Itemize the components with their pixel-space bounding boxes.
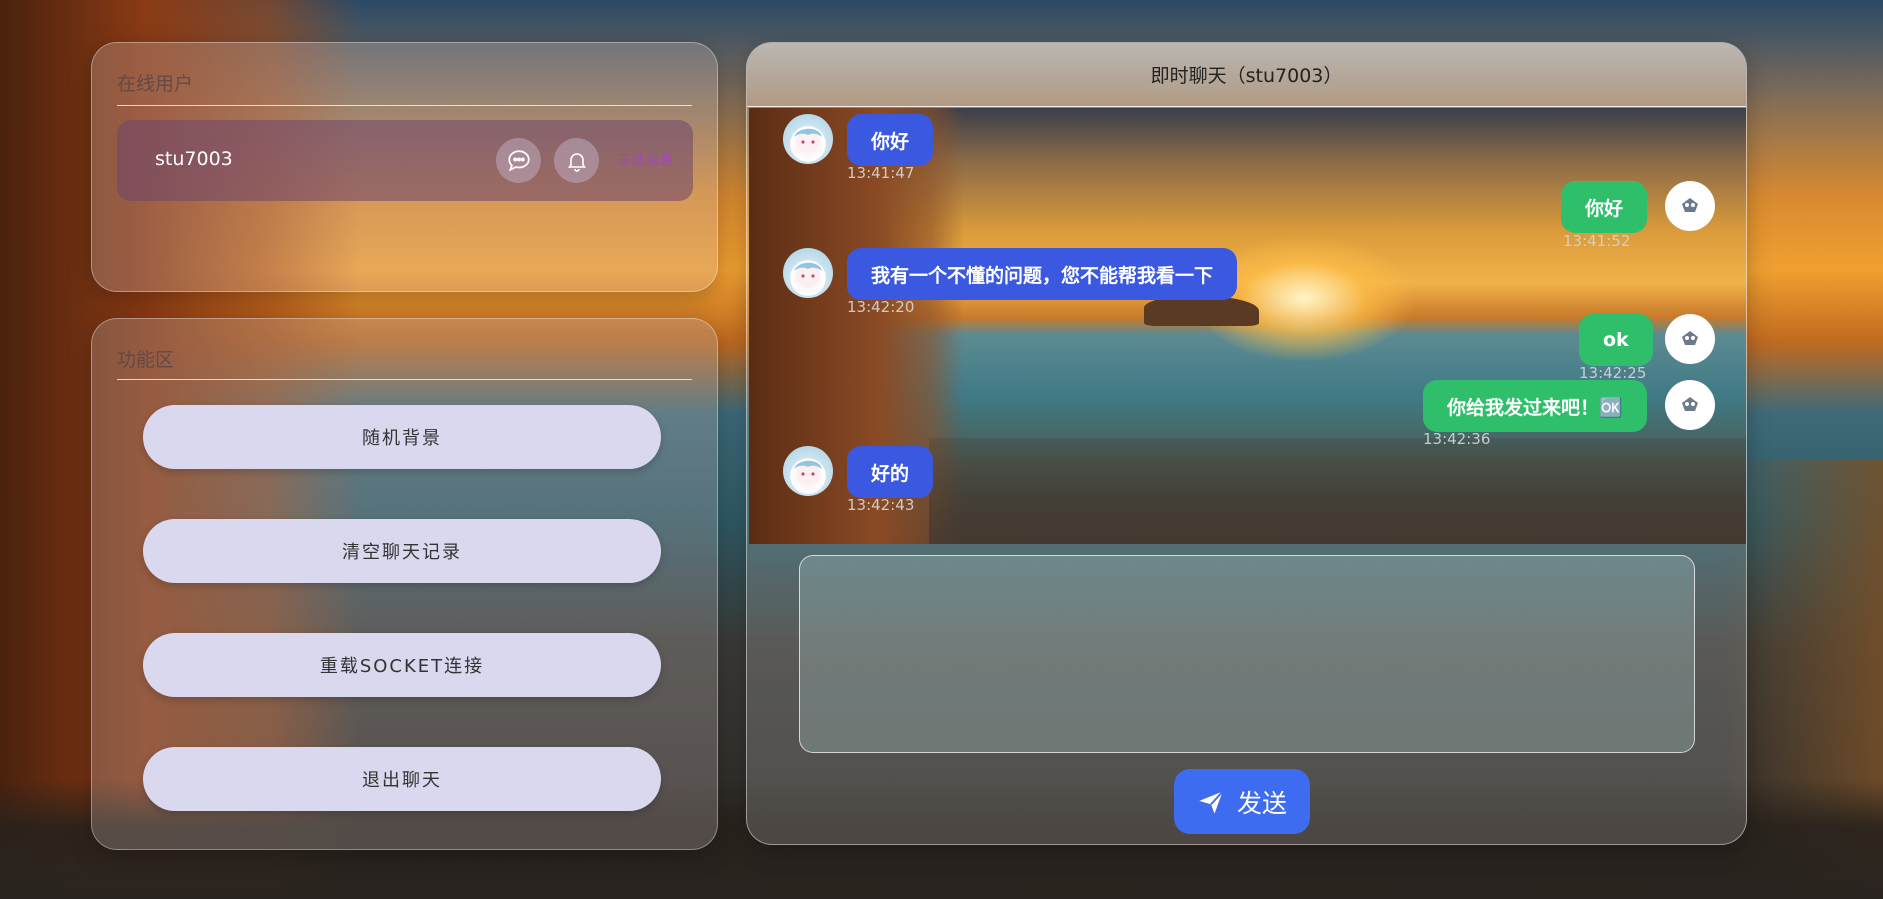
- clear-history-button[interactable]: 清空聊天记录: [143, 519, 661, 583]
- avatar[interactable]: [783, 446, 833, 496]
- avatar[interactable]: [1665, 380, 1715, 430]
- message-bubble: 好的: [847, 446, 934, 498]
- chat-background-rocks: [929, 438, 1746, 544]
- message-bubble: 我有一个不懂的问题，您不能帮我看一下: [847, 248, 1238, 300]
- message-input[interactable]: [799, 555, 1695, 753]
- chat-title: 即时聊天（stu7003）: [747, 43, 1746, 107]
- robot-avatar-icon: [1682, 397, 1698, 411]
- divider: [117, 379, 692, 380]
- avatar[interactable]: [783, 114, 833, 164]
- random-background-button[interactable]: 随机背景: [143, 405, 661, 469]
- reload-socket-button[interactable]: 重载SOCKET连接: [143, 633, 661, 697]
- bell-icon: [567, 152, 586, 172]
- user-name: stu7003: [155, 148, 233, 170]
- divider: [117, 105, 692, 106]
- unread-status: 未读消息: [617, 153, 673, 169]
- avatar[interactable]: [783, 248, 833, 298]
- exit-chat-button[interactable]: 退出聊天: [143, 747, 661, 811]
- avatar[interactable]: [1665, 181, 1715, 231]
- chat-bubble-icon: [507, 149, 530, 171]
- message-bubble: 你给我发过来吧！🆗: [1423, 380, 1647, 432]
- chat-panel: 即时聊天（stu7003） 你好 13:41:47 你好 13:41:52 我有…: [746, 42, 1747, 845]
- chat-icon-button[interactable]: [496, 138, 541, 183]
- avatar[interactable]: [1665, 314, 1715, 364]
- chat-background-islet: [1144, 296, 1259, 326]
- send-label: 发送: [1236, 788, 1287, 818]
- robot-avatar-icon: [1682, 331, 1698, 345]
- functions-panel: 功能区 随机背景 清空聊天记录 重载SOCKET连接 退出聊天: [91, 318, 718, 850]
- anime-avatar-icon: [794, 460, 822, 485]
- message-bubble: 你好: [847, 114, 934, 166]
- user-item-stu7003[interactable]: stu7003 未读消息: [117, 120, 693, 201]
- message-time: 13:41:52: [1563, 232, 1631, 250]
- message-bubble: ok: [1579, 314, 1653, 366]
- message-time: 13:42:43: [847, 496, 915, 514]
- message-time: 13:42:36: [1423, 430, 1491, 448]
- online-users-panel: 在线用户 stu7003 未读消息: [91, 42, 718, 292]
- functions-title: 功能区: [117, 349, 175, 371]
- robot-avatar-icon: [1682, 198, 1698, 212]
- notify-icon-button[interactable]: [554, 138, 599, 183]
- message-list[interactable]: 你好 13:41:47 你好 13:41:52 我有一个不懂的问题，您不能帮我看…: [749, 108, 1746, 544]
- paper-plane-icon: [1199, 790, 1224, 814]
- send-button[interactable]: 发送: [1174, 769, 1310, 834]
- message-bubble: 你好: [1561, 181, 1648, 233]
- anime-avatar-icon: [794, 262, 822, 287]
- message-time: 13:41:47: [847, 164, 915, 182]
- anime-avatar-icon: [794, 128, 822, 153]
- online-users-title: 在线用户: [117, 73, 194, 95]
- message-time: 13:42:20: [847, 298, 915, 316]
